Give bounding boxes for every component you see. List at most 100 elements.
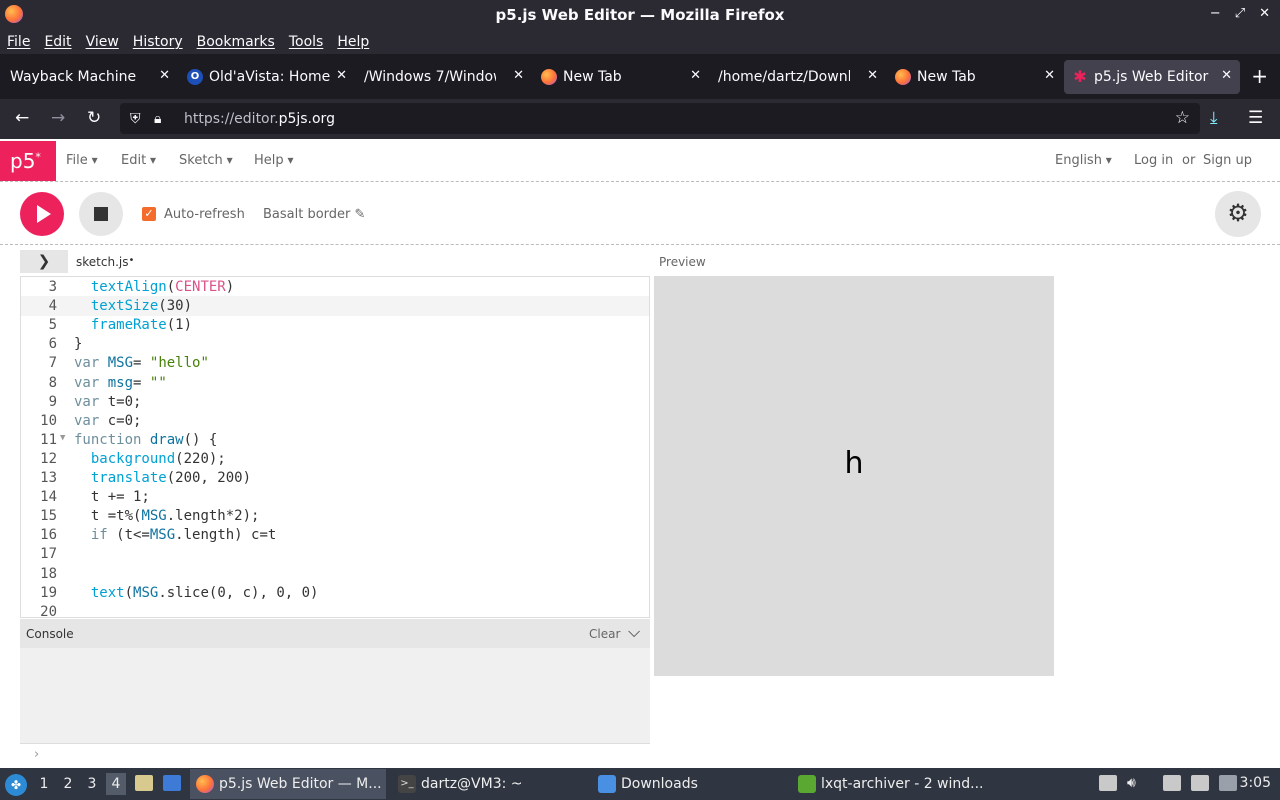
- task-archiver[interactable]: lxqt-archiver - 2 wind...: [792, 769, 988, 799]
- close-tab-icon[interactable]: ✕: [336, 68, 347, 83]
- workspace-4[interactable]: 4: [106, 773, 126, 795]
- line-number: 5: [48, 317, 57, 334]
- close-tab-icon[interactable]: ✕: [867, 68, 878, 83]
- clipboard-tray-icon[interactable]: [1099, 775, 1117, 791]
- task-label: dartz@VM3: ~: [421, 776, 523, 792]
- minimize-icon[interactable]: −: [1210, 6, 1221, 21]
- menu-edit[interactable]: Edit: [44, 34, 71, 50]
- unsaved-indicator: •: [128, 255, 135, 266]
- menu-history[interactable]: History: [133, 34, 183, 50]
- code-editor[interactable]: 3 4 5 6 7 8 9 10 11 12 13 14 15 16 17 18 19 20 textAlign(…: [20, 276, 650, 618]
- sketch-name[interactable]: Basalt border ✎: [263, 207, 365, 222]
- code-line[interactable]: t =t%(MSG.length*2);: [74, 508, 260, 524]
- p5-menu-file[interactable]: File: [66, 153, 98, 168]
- download-icon[interactable]: ⤓: [1210, 108, 1218, 128]
- settings-button[interactable]: ⚙: [1215, 191, 1261, 237]
- close-tab-icon[interactable]: ✕: [690, 68, 701, 83]
- close-icon[interactable]: ✕: [1259, 6, 1270, 21]
- chevron-down-icon[interactable]: ⌵: [628, 622, 640, 642]
- lock-icon[interactable]: 🔒︎: [154, 111, 174, 127]
- display-tray-icon[interactable]: [1191, 775, 1209, 791]
- tab-oldavista[interactable]: O Old'aVista: Home ✕: [179, 60, 355, 94]
- hamburger-menu-icon[interactable]: ☰: [1248, 108, 1263, 128]
- task-downloads[interactable]: Downloads: [592, 769, 788, 799]
- p5-logo[interactable]: p5*: [0, 141, 56, 181]
- menu-tools[interactable]: Tools: [289, 34, 324, 50]
- play-button[interactable]: [20, 192, 64, 236]
- workspace-1[interactable]: 1: [34, 773, 54, 795]
- folder-icon: [598, 775, 616, 793]
- sidebar-toggle-button[interactable]: ❯: [20, 250, 68, 273]
- auto-refresh-checkbox[interactable]: ✓: [142, 207, 156, 221]
- console-clear-button[interactable]: Clear: [589, 627, 620, 641]
- file-tab[interactable]: sketch.js•: [76, 255, 134, 269]
- volume-icon[interactable]: 🔊︎: [1127, 775, 1145, 791]
- tab-title: New Tab: [917, 68, 976, 85]
- code-line[interactable]: textAlign(CENTER): [74, 279, 234, 295]
- signup-link[interactable]: Sign up: [1203, 153, 1252, 168]
- menu-bookmarks[interactable]: Bookmarks: [197, 34, 275, 50]
- forward-icon[interactable]: →: [51, 108, 65, 128]
- code-line[interactable]: var c=0;: [74, 413, 141, 429]
- close-tab-icon[interactable]: ✕: [1221, 68, 1232, 83]
- workspace-3[interactable]: 3: [82, 773, 102, 795]
- code-line[interactable]: translate(200, 200): [74, 470, 251, 486]
- p5-menu-edit[interactable]: Edit: [121, 153, 156, 168]
- fold-arrow-icon[interactable]: ▼: [60, 433, 65, 443]
- code-line[interactable]: }: [74, 336, 82, 352]
- line-number: 17: [40, 546, 57, 563]
- menu-file[interactable]: File: [7, 34, 30, 50]
- task-terminal[interactable]: >_ dartz@VM3: ~: [392, 769, 588, 799]
- line-number: 14: [40, 489, 57, 506]
- tab-title: Old'aVista: Home: [209, 68, 331, 85]
- code-line[interactable]: var t=0;: [74, 394, 141, 410]
- preview-canvas-text: h: [844, 446, 864, 481]
- code-line[interactable]: var MSG= "hello": [74, 355, 209, 371]
- p5-menu-help[interactable]: Help: [254, 153, 293, 168]
- close-tab-icon[interactable]: ✕: [159, 68, 170, 83]
- preview-canvas[interactable]: h: [654, 276, 1054, 676]
- console-input[interactable]: ›: [20, 743, 650, 768]
- stop-button[interactable]: [79, 192, 123, 236]
- code-line[interactable]: function draw() {: [74, 432, 217, 448]
- tab-p5-editor[interactable]: ✱ p5.js Web Editor ✕: [1064, 59, 1240, 94]
- firefox-icon: [895, 68, 911, 85]
- language-select[interactable]: English: [1055, 153, 1112, 168]
- reload-icon[interactable]: ↻: [87, 108, 101, 128]
- workspace-2[interactable]: 2: [58, 773, 78, 795]
- task-firefox[interactable]: p5.js Web Editor — M...: [190, 769, 386, 799]
- new-tab-button[interactable]: +: [1251, 64, 1268, 88]
- tab-title: New Tab: [563, 68, 622, 85]
- bookmark-star-icon[interactable]: ☆: [1175, 108, 1190, 128]
- back-icon[interactable]: ←: [15, 108, 29, 128]
- code-line[interactable]: textSize(30): [74, 298, 192, 314]
- desktop-quicklaunch-icon[interactable]: [163, 775, 181, 791]
- tab-new-tab-1[interactable]: New Tab ✕: [533, 60, 709, 94]
- tab-windows7[interactable]: /Windows 7/Windows ✕: [356, 60, 532, 94]
- login-link[interactable]: Log in: [1134, 153, 1173, 168]
- tab-downloads[interactable]: /home/dartz/Downloads ✕: [710, 60, 886, 94]
- tab-new-tab-2[interactable]: New Tab ✕: [887, 60, 1063, 94]
- shield-icon[interactable]: ⛨: [130, 111, 150, 127]
- close-tab-icon[interactable]: ✕: [513, 68, 524, 83]
- code-line[interactable]: frameRate(1): [74, 317, 192, 333]
- code-line[interactable]: var msg= "": [74, 375, 167, 391]
- close-tab-icon[interactable]: ✕: [1044, 68, 1055, 83]
- console-header: Console Clear ⌵: [20, 619, 650, 648]
- task-label: p5.js Web Editor — M...: [219, 776, 382, 792]
- menu-view[interactable]: View: [86, 34, 119, 50]
- code-line[interactable]: background(220);: [74, 451, 226, 467]
- p5-menu-sketch[interactable]: Sketch: [179, 153, 233, 168]
- code-line[interactable]: if (t<=MSG.length) c=t: [74, 527, 276, 543]
- code-line[interactable]: text(MSG.slice(0, c), 0, 0): [74, 585, 319, 601]
- network-tray-icon[interactable]: [1219, 775, 1237, 791]
- start-menu-icon[interactable]: ✤: [5, 774, 27, 796]
- url-bar[interactable]: ⛨ 🔒︎ https://editor.p5js.org ☆: [120, 103, 1200, 134]
- restore-icon[interactable]: ⤢: [1235, 6, 1245, 21]
- file-manager-quicklaunch-icon[interactable]: [135, 775, 153, 791]
- notes-tray-icon[interactable]: [1163, 775, 1181, 791]
- menu-help[interactable]: Help: [337, 34, 369, 50]
- window-title: p5.js Web Editor — Mozilla Firefox: [495, 6, 785, 24]
- tab-wayback[interactable]: Wayback Machine ✕: [2, 60, 178, 94]
- code-line[interactable]: t += 1;: [74, 489, 150, 505]
